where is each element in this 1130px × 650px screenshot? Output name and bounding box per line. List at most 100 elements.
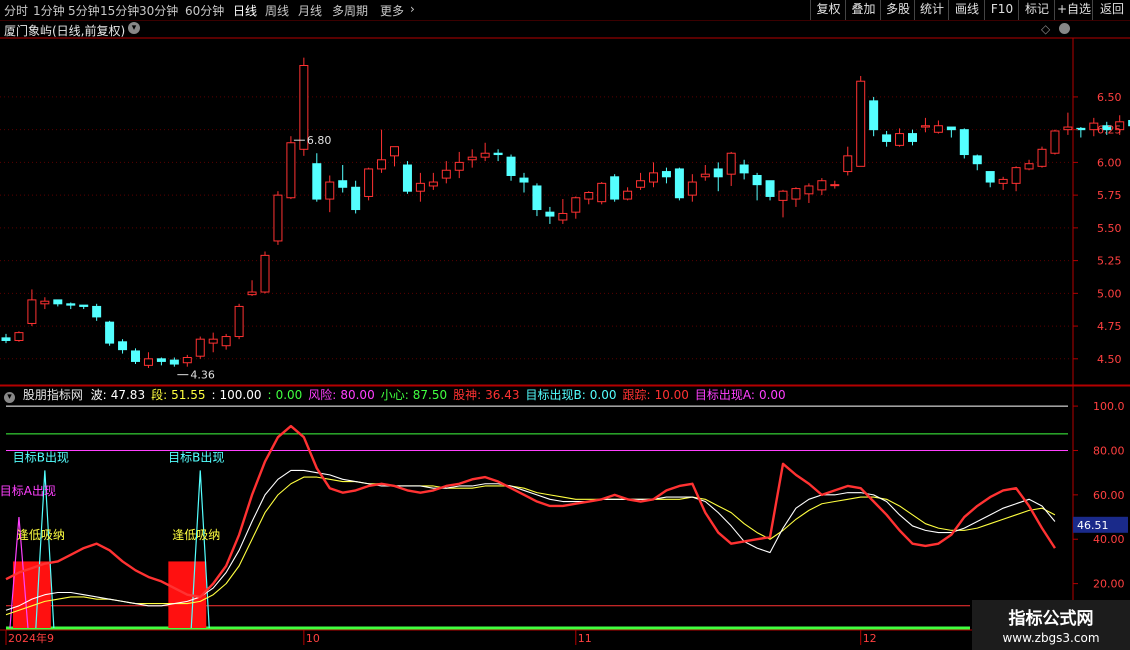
candle — [105, 320, 115, 346]
more-chevron-icon[interactable]: › — [410, 2, 415, 16]
candle — [79, 304, 89, 310]
candle-body — [713, 168, 723, 178]
candle-body — [351, 186, 361, 211]
period-4[interactable]: 30分钟 — [139, 2, 178, 19]
candle — [610, 174, 620, 202]
candle-body — [571, 197, 581, 213]
period-9[interactable]: 多周期 — [332, 2, 368, 19]
candle — [286, 136, 296, 200]
candle-body — [920, 125, 930, 128]
candle — [441, 161, 451, 184]
indicator-tick-label: 100.0 — [1093, 400, 1125, 413]
candle — [221, 333, 231, 350]
candle-body — [946, 126, 956, 131]
candle — [895, 128, 905, 147]
period-7[interactable]: 周线 — [265, 2, 289, 19]
period-3[interactable]: 15分钟 — [100, 2, 139, 19]
candle-body — [480, 152, 490, 158]
period-10[interactable]: 更多 — [380, 2, 404, 19]
candle-body — [143, 358, 153, 366]
candle — [882, 130, 892, 147]
toolbar-button-8[interactable]: 返回 — [1092, 0, 1130, 20]
indicator-value-0: 波: — [90, 388, 107, 402]
candle — [493, 149, 503, 162]
candle — [623, 187, 633, 201]
price-axis: 6.50 6.25 6.00 5.75 5.50 5.25 5.00 4.75 4.50 — [1073, 91, 1122, 366]
indicator-number-4: 80.00 — [340, 388, 375, 402]
indicator-value-7: 目标出现B: — [525, 388, 586, 402]
candle-body — [610, 176, 620, 200]
price-annotation: 4.36 — [177, 369, 215, 382]
period-toolbar: 分时 1分钟 5分钟 15分钟 30分钟 60分钟 日线 周线 月线 多周期 更多 › 复权 叠加 多股 统计… — [0, 0, 1130, 21]
candle-body — [959, 129, 969, 156]
candle-body — [532, 185, 542, 211]
candle-body — [1050, 130, 1060, 154]
date-tick-label: 12 — [863, 632, 877, 645]
toolbar-button-1[interactable]: 叠加 — [845, 0, 881, 20]
candle — [364, 167, 374, 201]
candle-body — [519, 177, 529, 183]
indicator-value-9: 目标出现A: — [694, 388, 755, 402]
candle — [908, 129, 917, 146]
indicator-axis: 100.0 80.00 60.00 40.00 20.00 46.51 — [1073, 400, 1128, 591]
candle — [597, 182, 607, 205]
price-tick-label: 5.75 — [1097, 189, 1122, 202]
candle-body — [221, 336, 231, 347]
period-0[interactable]: 分时 — [4, 2, 28, 19]
candle-body — [131, 350, 140, 362]
candle-body — [273, 194, 283, 242]
candle — [830, 180, 840, 189]
toolbar-button-2[interactable]: 多股 — [880, 0, 915, 20]
toolbar-button-7[interactable]: +自选 — [1054, 0, 1093, 20]
indicator-number-1: 51.55 — [171, 388, 206, 402]
period-5[interactable]: 60分钟 — [185, 2, 224, 19]
candle — [415, 172, 425, 202]
toolbar-button-4[interactable]: 画线 — [948, 0, 985, 20]
candle — [312, 153, 322, 202]
candle — [1063, 112, 1073, 135]
candle-body — [933, 125, 943, 133]
candle-body — [467, 156, 477, 161]
price-grid — [0, 37, 1130, 630]
candle — [351, 180, 361, 214]
candle-body — [623, 190, 633, 200]
price-tick-label: 6.25 — [1097, 124, 1122, 137]
indicator-collapse-icon[interactable]: ▾ — [4, 392, 15, 403]
candle-body — [441, 169, 451, 179]
candlestick-series: 6.80 4.36 — [1, 57, 1130, 382]
candle — [66, 302, 76, 310]
candle-body — [325, 181, 335, 200]
candle — [14, 331, 24, 342]
candle — [933, 120, 943, 134]
toolbar-button-0[interactable]: 复权 — [810, 0, 846, 20]
candle — [143, 352, 153, 368]
price-tick-label: 6.50 — [1097, 91, 1122, 104]
period-6[interactable]: 日线 — [233, 2, 257, 19]
candle — [247, 280, 257, 296]
indicator-header: ▾ 股朋指标网 波: 47.83 段: 51.55:100.00:0.00 风险: 80.… — [0, 386, 796, 403]
candle-body — [66, 303, 76, 306]
candle — [752, 172, 762, 201]
candle-body — [312, 163, 322, 200]
candle — [558, 199, 568, 224]
indicator-tick-label: 40.00 — [1093, 533, 1125, 546]
candle — [959, 128, 969, 159]
candle — [532, 183, 542, 217]
period-1[interactable]: 1分钟 — [33, 2, 65, 19]
toolbar-button-5[interactable]: F10 — [984, 0, 1019, 20]
indicator-value-6: 股神: — [453, 388, 482, 402]
candle — [778, 189, 788, 218]
candle-body — [791, 188, 801, 200]
toolbar-button-6[interactable]: 标记 — [1018, 0, 1055, 20]
candle-body — [985, 171, 995, 183]
candle — [195, 336, 205, 359]
toolbar-button-3[interactable]: 统计 — [914, 0, 949, 20]
period-2[interactable]: 5分钟 — [68, 2, 100, 19]
date-tick-label: 10 — [306, 632, 320, 645]
candle — [480, 142, 490, 162]
period-8[interactable]: 月线 — [298, 2, 322, 19]
candle — [700, 165, 710, 181]
candle — [1076, 127, 1086, 138]
candle — [661, 167, 671, 184]
candle-body — [1011, 167, 1021, 184]
